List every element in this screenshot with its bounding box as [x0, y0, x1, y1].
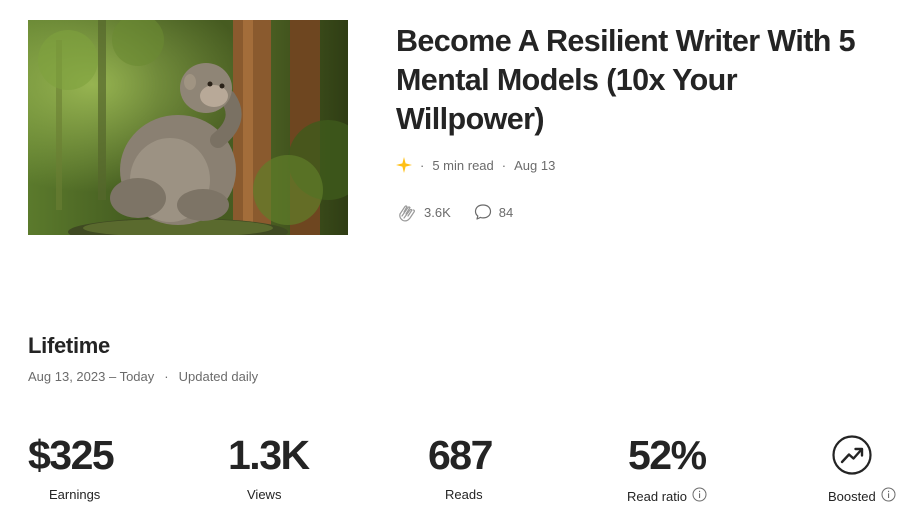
read-ratio-label-row: Read ratio: [627, 487, 707, 505]
date-range: Aug 13, 2023 – Today: [28, 369, 155, 384]
monkey-image: [28, 20, 348, 235]
boosted-label-row: Boosted: [828, 487, 896, 505]
claps-count[interactable]: 3.6K: [396, 202, 451, 222]
star-sparkle-icon: [396, 157, 412, 173]
earnings-value: $325: [28, 432, 115, 478]
publish-date: Aug 13: [514, 157, 556, 173]
engagement-stats: 3.6K 84: [396, 202, 535, 222]
article-thumbnail[interactable]: [28, 20, 348, 235]
responses-count[interactable]: 84: [473, 202, 513, 222]
meta-separator: ·: [420, 157, 425, 173]
trending-up-icon: [832, 435, 872, 475]
metric-boosted: Boosted: [828, 430, 896, 504]
meta-separator: ·: [501, 157, 507, 173]
speech-bubble-icon: [474, 204, 491, 220]
lifetime-subtitle: Aug 13, 2023 – Today · Updated daily: [28, 369, 258, 384]
clap-icon: [399, 205, 415, 222]
read-ratio-value: 52%: [628, 432, 707, 478]
boosted-label: Boosted: [828, 488, 876, 504]
read-time: 5 min read: [432, 157, 494, 173]
metric-read-ratio: 52% Read ratio: [627, 430, 707, 504]
views-label: Views: [247, 487, 282, 502]
update-note: Updated daily: [178, 369, 259, 384]
reads-label: Reads: [445, 487, 483, 502]
metric-views: 1.3K Views: [228, 430, 310, 502]
metric-earnings: $325 Earnings: [28, 430, 115, 502]
subtitle-separator: ·: [164, 369, 169, 384]
metric-reads: 687 Reads: [428, 430, 493, 502]
earnings-label: Earnings: [49, 487, 101, 502]
info-icon[interactable]: [692, 487, 707, 505]
responses-label: 84: [498, 204, 514, 220]
article-title[interactable]: Become A Resilient Writer With 5 Mental …: [396, 22, 876, 139]
article-meta: · 5 min read · Aug 13: [396, 156, 555, 174]
info-icon[interactable]: [881, 487, 896, 505]
reads-value: 687: [428, 432, 493, 478]
boosted-icon-wrap: [828, 430, 872, 480]
claps-label: 3.6K: [424, 204, 451, 220]
views-value: 1.3K: [228, 432, 310, 478]
read-ratio-label: Read ratio: [627, 488, 687, 504]
lifetime-heading: Lifetime: [28, 333, 110, 358]
